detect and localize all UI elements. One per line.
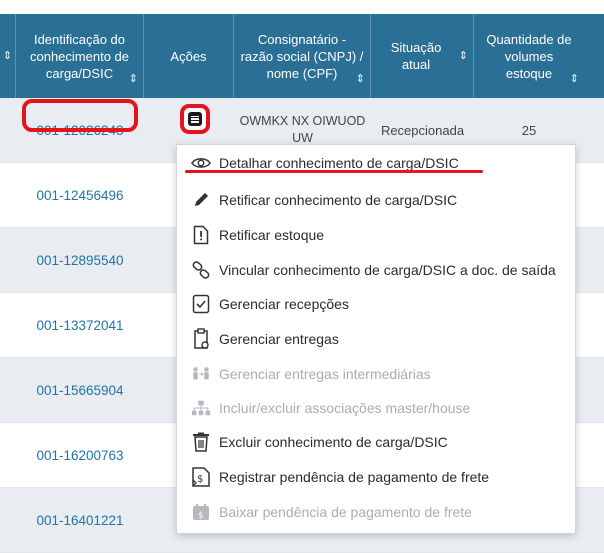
table-header: ⇕ Identificação do conhecimento de carga… (0, 14, 604, 98)
column-header-label: Ações (170, 48, 207, 64)
clipboard-icon (191, 328, 211, 349)
column-header-label: Situação atual (390, 40, 442, 72)
menu-item-vincular[interactable]: Vincular conhecimento de carga/DSIC a do… (177, 253, 575, 287)
top-gap (0, 0, 604, 14)
cargo-id-link[interactable]: 001-16401221 (16, 488, 144, 552)
menu-item-label: Excluir conhecimento de carga/DSIC (219, 434, 448, 450)
exclamation-document-icon (191, 225, 211, 245)
menu-item-label: Detalhar conhecimento de carga/DSIC (219, 155, 459, 171)
menu-item-gerenciar-entregas-intermediarias: Gerenciar entregas intermediárias (177, 357, 575, 391)
menu-item-baixar-pendencia: $ Baixar pendência de pagamento de frete (177, 495, 575, 529)
hierarchy-icon (191, 398, 211, 418)
menu-item-label: Incluir/excluir associações master/house (219, 400, 471, 416)
pencil-icon (191, 190, 211, 210)
cargo-id-link[interactable]: 001-13372041 (16, 293, 144, 357)
menu-item-label: Retificar estoque (219, 227, 325, 243)
svg-text:$: $ (198, 511, 204, 521)
column-header-quantity[interactable]: Quantidade de volumes estoque ⇕ (474, 14, 584, 98)
cargo-id-link[interactable]: 001-12895540 (16, 228, 144, 292)
trash-icon (191, 432, 211, 452)
column-header-status[interactable]: Situação atual ⇕ (371, 14, 474, 98)
column-header-label: Quantidade de volumes estoque (486, 31, 572, 81)
column-sort-stub[interactable]: ⇕ (0, 14, 16, 98)
column-header-actions: Ações (144, 14, 234, 98)
column-header-id[interactable]: Identificação do conhecimento de carga/D… (16, 14, 144, 98)
menu-item-associacoes-master-house: Incluir/excluir associações master/house (177, 391, 575, 425)
actions-dropdown-menu: Detalhar conhecimento de carga/DSIC Reti… (176, 144, 576, 534)
menu-icon (188, 112, 202, 126)
link-icon (191, 260, 211, 280)
menu-item-retificar-estoque[interactable]: Retificar estoque (177, 218, 575, 252)
menu-item-registrar-pendencia[interactable]: $ Registrar pendência de pagamento de fr… (177, 460, 575, 494)
sort-icon: ⇕ (355, 73, 365, 85)
column-header-label: Consignatário - razão social (CNPJ) / no… (240, 31, 364, 81)
sort-icon: ⇕ (569, 73, 579, 85)
money-calendar-icon: $ (191, 502, 211, 522)
menu-item-label: Baixar pendência de pagamento de frete (219, 504, 472, 520)
menu-item-excluir[interactable]: Excluir conhecimento de carga/DSIC (177, 425, 575, 459)
column-header-label: Identificação do conhecimento de carga/D… (29, 31, 129, 81)
menu-item-gerenciar-recepcoes[interactable]: Gerenciar recepções (177, 287, 575, 321)
people-transfer-icon (191, 364, 211, 384)
column-header-consignee[interactable]: Consignatário - razão social (CNPJ) / no… (234, 14, 371, 98)
menu-item-label: Gerenciar recepções (219, 296, 349, 312)
menu-item-gerenciar-entregas[interactable]: Gerenciar entregas (177, 322, 575, 356)
sort-icon: ⇕ (2, 49, 13, 62)
checklist-icon (191, 294, 211, 314)
sort-icon: ⇕ (128, 73, 138, 85)
svg-text:$: $ (197, 474, 203, 485)
menu-item-label: Gerenciar entregas (219, 331, 339, 347)
id-highlight-outline (22, 99, 138, 132)
actions-menu-button[interactable] (180, 104, 210, 134)
menu-item-label: Registrar pendência de pagamento de fret… (219, 469, 490, 485)
menu-item-label: Retificar conhecimento de carga/DSIC (219, 192, 458, 208)
sort-icon: ⇕ (458, 49, 468, 62)
selected-item-underline (185, 170, 483, 173)
cargo-id-link[interactable]: 001-12456496 (16, 163, 144, 227)
cargo-id-link[interactable]: 001-15665904 (16, 358, 144, 422)
menu-item-label: Vincular conhecimento de carga/DSIC a do… (219, 262, 556, 278)
menu-item-retificar-conhecimento[interactable]: Retificar conhecimento de carga/DSIC (177, 183, 575, 217)
column-header-overflow (584, 14, 604, 98)
menu-item-label: Gerenciar entregas intermediárias (219, 366, 431, 382)
menu-item-detalhar[interactable]: Detalhar conhecimento de carga/DSIC (177, 146, 575, 180)
cargo-id-link[interactable]: 001-16200763 (16, 423, 144, 487)
money-document-icon: $ (191, 467, 211, 487)
